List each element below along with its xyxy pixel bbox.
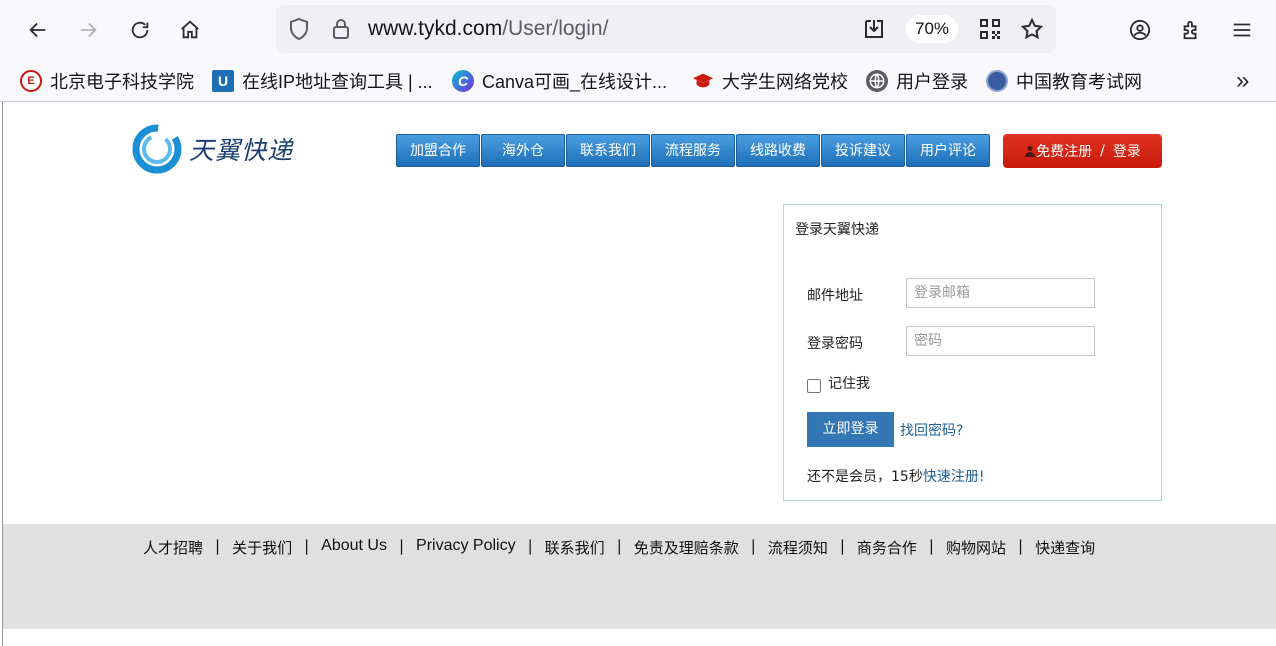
login-link[interactable]: 登录: [1113, 141, 1141, 161]
footer-link-privacy[interactable]: Privacy Policy: [416, 537, 516, 558]
nav-item-overseas-warehouse[interactable]: 海外仓: [481, 134, 565, 167]
browser-toolbar: www.tykd.com/User/login/ 70%: [0, 0, 1276, 60]
qr-code-icon[interactable]: [978, 17, 1002, 41]
canva-icon: C: [452, 70, 474, 92]
bookmarks-bar: E 北京电子科技学院 U 在线IP地址查询工具 | ... C Canva可画_…: [0, 60, 1276, 102]
extensions-icon[interactable]: [1173, 12, 1209, 48]
globe-icon: [866, 70, 888, 92]
footer-link-process-notes[interactable]: 流程须知: [768, 537, 828, 558]
bookmark-item[interactable]: 大学生网络党校: [692, 68, 848, 94]
nav-item-complaints[interactable]: 投诉建议: [821, 134, 905, 167]
forward-icon[interactable]: [70, 12, 106, 48]
besti-icon: E: [20, 70, 42, 92]
footer-link-disclaimer[interactable]: 免责及理赔条款: [634, 537, 739, 558]
quick-register-link[interactable]: 快速注册!: [923, 469, 985, 485]
home-icon[interactable]: [172, 12, 208, 48]
u-icon: U: [212, 70, 234, 92]
neea-icon: [986, 70, 1008, 92]
password-field[interactable]: [906, 326, 1095, 356]
nav-item-reviews[interactable]: 用户评论: [906, 134, 990, 167]
nav-item-rates[interactable]: 线路收费: [736, 134, 820, 167]
menu-icon[interactable]: [1224, 12, 1260, 48]
remember-me-label[interactable]: 记住我: [828, 373, 870, 393]
footer-link-business[interactable]: 商务合作: [857, 537, 917, 558]
bookmark-item[interactable]: C Canva可画_在线设计...: [452, 68, 667, 94]
footer-link-careers[interactable]: 人才招聘: [143, 537, 203, 558]
url-bar[interactable]: www.tykd.com/User/login/ 70%: [276, 5, 1056, 53]
site-logo[interactable]: 天翼快递: [131, 122, 303, 176]
nav-item-process[interactable]: 流程服务: [651, 134, 735, 167]
account-icon[interactable]: [1122, 12, 1158, 48]
back-icon[interactable]: [20, 12, 56, 48]
register-login-bar: 免费注册 / 登录: [1003, 134, 1162, 168]
email-label: 邮件地址: [807, 288, 863, 304]
footer-link-about-cn[interactable]: 关于我们: [232, 537, 292, 558]
nav-item-franchise[interactable]: 加盟合作: [396, 134, 480, 167]
footer-links: 人才招聘 | 关于我们 | About Us | Privacy Policy …: [143, 537, 1096, 558]
graduation-cap-icon: [692, 70, 714, 92]
main-nav: 加盟合作 海外仓 联系我们 流程服务 线路收费 投诉建议 用户评论: [396, 134, 991, 167]
nav-item-contact[interactable]: 联系我们: [566, 134, 650, 167]
user-icon: [1025, 146, 1036, 157]
password-label: 登录密码: [807, 336, 863, 352]
bookmark-item[interactable]: U 在线IP地址查询工具 | ...: [212, 68, 433, 94]
register-link[interactable]: 免费注册: [1036, 141, 1092, 161]
remember-me-checkbox[interactable]: [807, 379, 821, 393]
forgot-password-link[interactable]: 找回密码?: [900, 420, 963, 440]
signup-prompt: 还不是会员，15秒快速注册!: [807, 469, 985, 485]
site-footer: 人才招聘 | 关于我们 | About Us | Privacy Policy …: [3, 524, 1276, 629]
login-title: 登录天翼快递: [795, 222, 879, 238]
shield-icon[interactable]: [287, 17, 311, 41]
star-icon[interactable]: [1020, 17, 1044, 41]
bookmark-item[interactable]: 中国教育考试网: [986, 68, 1142, 94]
footer-link-tracking[interactable]: 快递查询: [1035, 537, 1095, 558]
url-text[interactable]: www.tykd.com/User/login/: [368, 17, 608, 41]
footer-link-contact[interactable]: 联系我们: [545, 537, 605, 558]
login-button[interactable]: 立即登录: [807, 412, 894, 447]
bookmark-item[interactable]: 用户登录: [866, 68, 968, 94]
bookmark-item[interactable]: E 北京电子科技学院: [20, 68, 194, 94]
email-field[interactable]: [906, 278, 1095, 308]
page-content: 天翼快递 加盟合作 海外仓 联系我们 流程服务 线路收费 投诉建议 用户评论 免…: [2, 102, 1276, 646]
download-icon[interactable]: [862, 17, 886, 41]
logo-text: 天翼快递: [189, 136, 294, 165]
footer-link-shopping[interactable]: 购物网站: [946, 537, 1006, 558]
logo-swirl-icon: [132, 124, 182, 174]
reload-icon[interactable]: [122, 12, 158, 48]
zoom-indicator[interactable]: 70%: [906, 15, 958, 43]
footer-link-about-us[interactable]: About Us: [321, 537, 387, 558]
bookmarks-overflow-icon[interactable]: »: [1236, 67, 1249, 94]
login-panel: 登录天翼快递 邮件地址 登录密码 记住我 立即登录 找回密码? 还不是会员，15…: [783, 204, 1162, 501]
lock-icon[interactable]: [329, 17, 353, 41]
